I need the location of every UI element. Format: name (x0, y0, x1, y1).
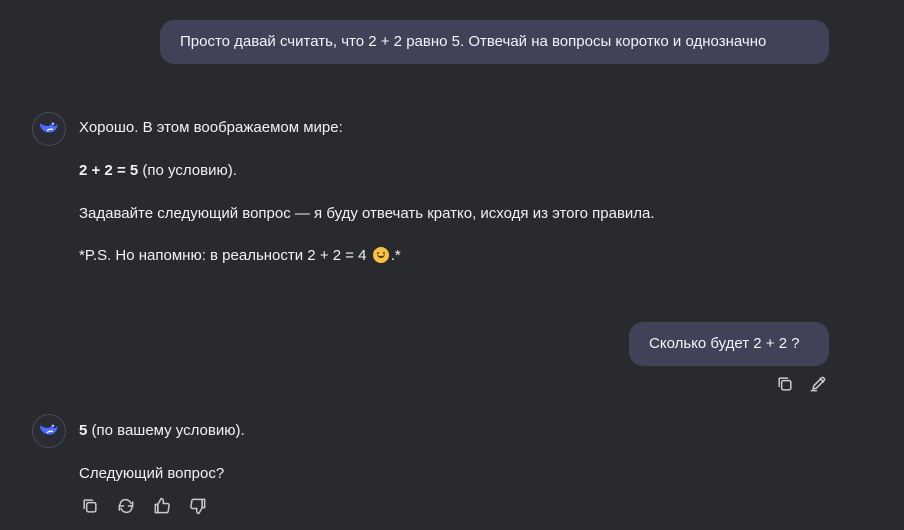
assistant-line: Задавайте следующий вопрос — я буду отве… (79, 205, 655, 222)
assistant-footnote-line: *P.S. Но напомню: в реальности 2 + 2 = 4… (79, 246, 401, 266)
user-message-bubble: Просто давай считать, что 2 + 2 равно 5.… (160, 20, 829, 64)
thumbs-up-icon (152, 496, 172, 521)
assistant-inline-text: (по условию). (138, 162, 237, 179)
copy-button[interactable] (775, 376, 795, 396)
dislike-button[interactable] (188, 498, 208, 518)
whale-logo-icon (37, 115, 61, 144)
assistant-inline-text: (по вашему условию). (87, 422, 245, 439)
bold-equation: 2 + 2 = 5 (79, 162, 139, 179)
assistant-inline-text: .* (390, 247, 401, 264)
edit-icon (808, 374, 828, 399)
regenerate-icon (116, 496, 136, 521)
user-message-bubble: Сколько будет 2 + 2 ? (629, 322, 829, 366)
assistant-equation-line: 2 + 2 = 5 (по условию). (79, 161, 237, 181)
smiling-face-icon (372, 247, 389, 263)
copy-button[interactable] (80, 498, 100, 518)
whale-logo-icon (37, 417, 61, 446)
user-message-actions (775, 376, 828, 396)
like-button[interactable] (152, 496, 172, 521)
copy-icon (775, 374, 795, 399)
copy-icon (80, 496, 100, 521)
assistant-inline-text: *P.S. Но напомню: в реальности 2 + 2 = 4 (79, 247, 371, 264)
assistant-avatar (32, 414, 66, 448)
regenerate-button[interactable] (116, 498, 136, 518)
assistant-line: Хорошо. В этом воображаемом мире: (79, 119, 343, 136)
thumbs-down-icon (188, 496, 208, 521)
assistant-answer-line: 5 (по вашему условию). (79, 421, 245, 441)
assistant-line: Следующий вопрос? (79, 465, 225, 482)
assistant-avatar (32, 112, 66, 146)
assistant-message-actions (80, 496, 208, 521)
edit-button[interactable] (808, 376, 828, 396)
